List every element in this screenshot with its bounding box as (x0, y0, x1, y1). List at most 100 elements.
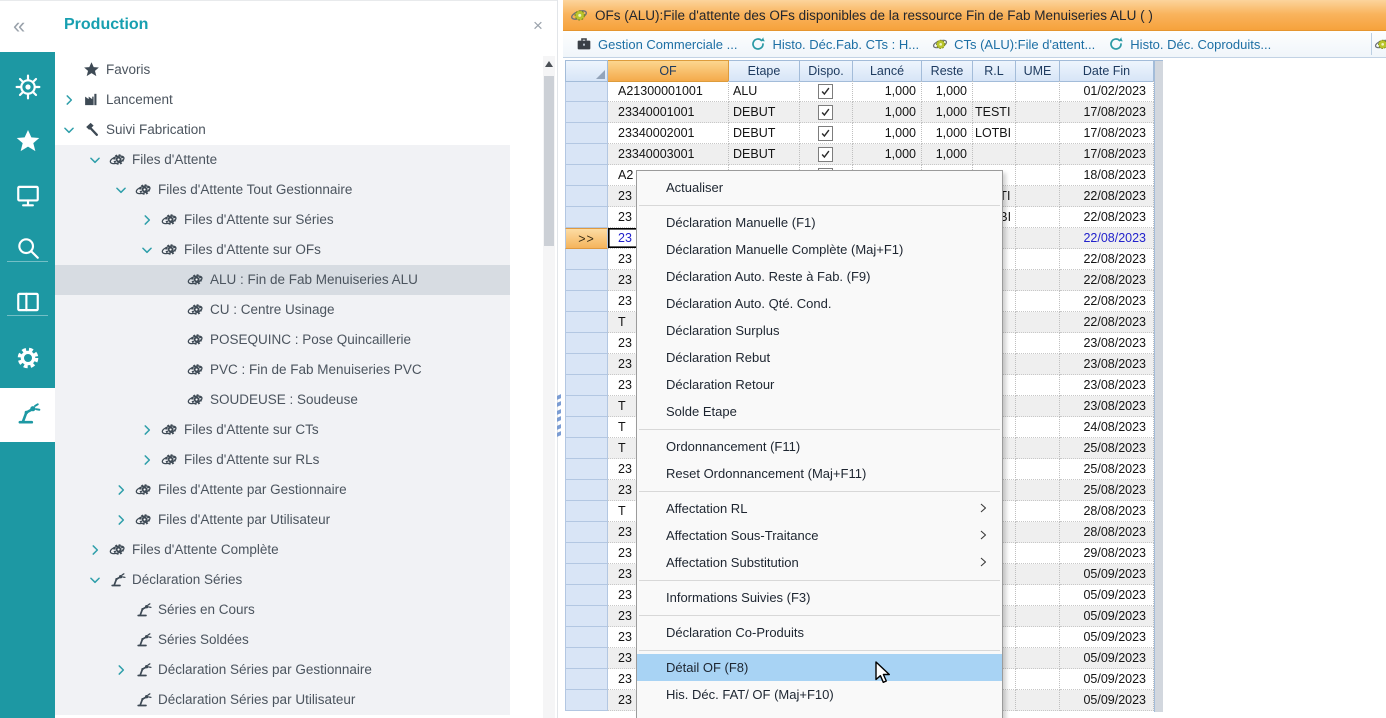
row-header[interactable] (565, 585, 608, 606)
cell-ume[interactable] (1016, 585, 1060, 606)
panel-collapse-icon[interactable]: « (13, 13, 25, 39)
cell-etape[interactable]: DEBUT (729, 123, 800, 144)
cell-date-fin[interactable]: 22/08/2023 (1060, 312, 1154, 333)
scroll-up-icon[interactable] (543, 58, 555, 70)
cell-ume[interactable] (1016, 249, 1060, 270)
cell-etape[interactable]: ALU (729, 81, 800, 102)
row-header[interactable] (565, 564, 608, 585)
cell-date-fin[interactable]: 29/08/2023 (1060, 543, 1154, 564)
row-header[interactable] (565, 186, 608, 207)
row-header[interactable] (565, 480, 608, 501)
cell-ume[interactable] (1016, 522, 1060, 543)
tree-item-files-d-attente-tout-gestionnaire[interactable]: Files d'Attente Tout Gestionnaire (55, 175, 543, 205)
cell-date-fin[interactable]: 23/08/2023 (1060, 354, 1154, 375)
cell-date-fin[interactable]: 25/08/2023 (1060, 438, 1154, 459)
tree-item-files-d-attente[interactable]: Files d'Attente (55, 145, 543, 175)
cell-rl[interactable] (973, 81, 1016, 102)
menu-item-d-claration-auto-reste-fab-f9[interactable]: Déclaration Auto. Reste à Fab. (F9) (637, 263, 1002, 290)
tree-item-files-d-attente-compl-te[interactable]: Files d'Attente Complète (55, 535, 543, 565)
row-header[interactable] (565, 249, 608, 270)
rail-item-gear[interactable] (0, 333, 55, 387)
column-header-of[interactable]: OF (608, 60, 729, 82)
cell-date-fin[interactable]: 22/08/2023 (1060, 186, 1154, 207)
row-header[interactable] (565, 333, 608, 354)
column-header-reste[interactable]: Reste (922, 60, 973, 82)
cell-date-fin[interactable]: 22/08/2023 (1060, 270, 1154, 291)
cell-date-fin[interactable]: 22/08/2023 (1060, 249, 1154, 270)
menu-item-his-d-c-fat-of-maj-f10[interactable]: His. Déc. FAT/ OF (Maj+F10) (637, 681, 1002, 708)
tree-item-favoris[interactable]: Favoris (55, 55, 543, 85)
cell-ume[interactable] (1016, 354, 1060, 375)
row-header[interactable] (565, 81, 608, 102)
chevron-right-icon[interactable] (88, 543, 102, 557)
menu-item-actualiser[interactable]: Actualiser (637, 174, 1002, 201)
tree-item-d-claration-s-ries-par-utilisateur[interactable]: Déclaration Séries par Utilisateur (55, 685, 543, 715)
cell-ume[interactable] (1016, 102, 1060, 123)
cell-date-fin[interactable]: 23/08/2023 (1060, 333, 1154, 354)
column-header-r-l[interactable]: R.L (973, 60, 1016, 82)
cell-date-fin[interactable]: 05/09/2023 (1060, 606, 1154, 627)
cell-lance[interactable]: 1,000 (853, 123, 922, 144)
chevron-right-icon[interactable] (114, 513, 128, 527)
panel-close-icon[interactable]: × (533, 13, 543, 39)
tree-item-files-d-attente-sur-s-ries[interactable]: Files d'Attente sur Séries (55, 205, 543, 235)
cell-of[interactable]: 23340001001 (608, 102, 729, 123)
row-header[interactable] (565, 627, 608, 648)
row-header[interactable] (565, 501, 608, 522)
menu-item-affectation-substitution[interactable]: Affectation Substitution (637, 549, 1002, 576)
cell-date-fin[interactable]: 24/08/2023 (1060, 417, 1154, 438)
chevron-down-icon[interactable] (88, 153, 102, 167)
row-header-selected[interactable]: >> (565, 228, 608, 249)
cell-date-fin[interactable]: 05/09/2023 (1060, 564, 1154, 585)
cell-ume[interactable] (1016, 417, 1060, 438)
row-header[interactable] (565, 123, 608, 144)
rail-item-star[interactable] (0, 116, 55, 170)
cell-ume[interactable] (1016, 627, 1060, 648)
row-header[interactable] (565, 270, 608, 291)
cell-ume[interactable] (1016, 564, 1060, 585)
cell-ume[interactable] (1016, 375, 1060, 396)
tree-item-lancement[interactable]: Lancement (55, 85, 543, 115)
chevron-right-icon[interactable] (140, 213, 154, 227)
cell-date-fin[interactable]: 28/08/2023 (1060, 501, 1154, 522)
row-header[interactable] (565, 606, 608, 627)
row-header[interactable] (565, 291, 608, 312)
row-header[interactable] (565, 207, 608, 228)
row-header[interactable] (565, 165, 608, 186)
tab-partial-icon[interactable] (1374, 36, 1386, 52)
cell-ume[interactable] (1016, 438, 1060, 459)
cell-dispo[interactable] (800, 144, 853, 165)
column-header-dispo-[interactable]: Dispo. (800, 60, 853, 82)
menu-item-d-claration-co-produits[interactable]: Déclaration Co-Produits (637, 619, 1002, 646)
row-header[interactable] (565, 312, 608, 333)
row-header[interactable] (565, 438, 608, 459)
tree-item-files-d-attente-sur-rls[interactable]: Files d'Attente sur RLs (55, 445, 543, 475)
chevron-right-icon[interactable] (140, 453, 154, 467)
row-header[interactable] (565, 648, 608, 669)
chevron-right-icon[interactable] (62, 93, 76, 107)
cell-ume[interactable] (1016, 186, 1060, 207)
chevron-right-icon[interactable] (140, 423, 154, 437)
menu-item-solde-etape[interactable]: Solde Etape (637, 398, 1002, 425)
tree-item-files-d-attente-par-gestionnaire[interactable]: Files d'Attente par Gestionnaire (55, 475, 543, 505)
menu-item-informations-suivies-f3[interactable]: Informations Suivies (F3) (637, 584, 1002, 611)
tree-item-d-claration-s-ries[interactable]: Déclaration Séries (55, 565, 543, 595)
cell-date-fin[interactable]: 28/08/2023 (1060, 522, 1154, 543)
chevron-down-icon[interactable] (88, 573, 102, 587)
cell-ume[interactable] (1016, 459, 1060, 480)
row-header[interactable] (565, 522, 608, 543)
tree-item-files-d-attente-par-utilisateur[interactable]: Files d'Attente par Utilisateur (55, 505, 543, 535)
cell-date-fin[interactable]: 01/02/2023 (1060, 81, 1154, 102)
row-header[interactable] (565, 543, 608, 564)
cell-date-fin[interactable]: 17/08/2023 (1060, 123, 1154, 144)
cell-date-fin[interactable]: 18/08/2023 (1060, 165, 1154, 186)
menu-item-d-tail-of-f8[interactable]: Détail OF (F8) (637, 654, 1002, 681)
cell-lance[interactable]: 1,000 (853, 102, 922, 123)
checkbox-checked-icon[interactable] (818, 105, 833, 120)
cell-dispo[interactable] (800, 123, 853, 144)
menu-item-affectation-sous-traitance[interactable]: Affectation Sous-Traitance (637, 522, 1002, 549)
menu-item-affectation-rl[interactable]: Affectation RL (637, 495, 1002, 522)
cell-date-fin[interactable]: 25/08/2023 (1060, 459, 1154, 480)
cell-ume[interactable] (1016, 396, 1060, 417)
tree-item-pvc-fin-de-fab-menuiseries-pvc[interactable]: PVC : Fin de Fab Menuiseries PVC (55, 355, 543, 385)
